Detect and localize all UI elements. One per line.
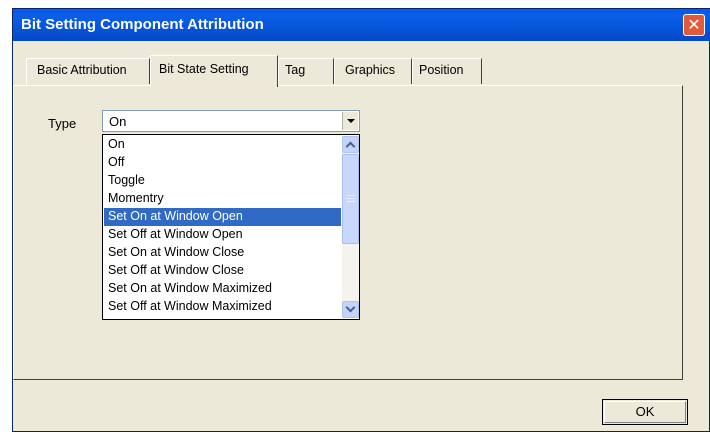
dropdown-option[interactable]: Set On at Window Maximized [104, 280, 341, 298]
dropdown-option[interactable]: Set Off at Window Open [104, 226, 341, 244]
type-label: Type [48, 116, 77, 131]
scroll-thumb[interactable] [342, 154, 359, 244]
type-select[interactable]: On [102, 110, 360, 132]
dropdown-arrow-icon[interactable] [342, 112, 358, 130]
ok-button-label: OK [635, 404, 655, 419]
ok-button[interactable]: OK [602, 399, 688, 425]
tab-bit-state-setting[interactable]: Bit State Setting [150, 55, 278, 87]
title-bar[interactable]: Bit Setting Component Attribution ✕ [13, 9, 710, 41]
grip-line [347, 201, 355, 202]
tab-tag[interactable]: Tag [278, 58, 334, 84]
dropdown-option[interactable]: On [104, 136, 341, 154]
list-scrollbar[interactable] [342, 136, 359, 318]
close-button[interactable]: ✕ [683, 14, 705, 36]
tab-label: Position [419, 63, 464, 77]
dropdown-option-selected[interactable]: Set On at Window Open [104, 208, 341, 226]
tab-position[interactable]: Position [412, 58, 482, 84]
dropdown-option[interactable]: Set Off at Window Close [104, 262, 341, 280]
tab-basic-attribution[interactable]: Basic Attribution [26, 58, 150, 84]
dropdown-option[interactable]: Set On at Window Close [104, 244, 341, 262]
chevron-down-icon [345, 302, 356, 313]
chevron-up-icon [345, 141, 356, 152]
tab-label: Tag [285, 63, 306, 77]
tab-label: Graphics [345, 63, 396, 77]
scroll-up-button[interactable] [342, 136, 359, 153]
type-select-value: On [109, 114, 127, 129]
scroll-down-button[interactable] [342, 301, 359, 318]
dropdown-option[interactable]: Set Off at Window Maximized [104, 298, 341, 316]
grip-line [347, 198, 355, 199]
dropdown-option[interactable]: Off [104, 154, 341, 172]
tab-label: Bit State Setting [159, 62, 249, 76]
tab-label: Basic Attribution [37, 63, 127, 77]
window-title: Bit Setting Component Attribution [21, 16, 264, 33]
dropdown-option[interactable]: Momentry [104, 190, 341, 208]
close-icon: ✕ [687, 15, 701, 34]
type-dropdown-list[interactable]: On Off Toggle Momentry Set On at Window … [102, 134, 360, 320]
tab-graphics[interactable]: Graphics [334, 58, 412, 84]
dropdown-option[interactable]: Toggle [104, 172, 341, 190]
grip-line [347, 195, 355, 196]
